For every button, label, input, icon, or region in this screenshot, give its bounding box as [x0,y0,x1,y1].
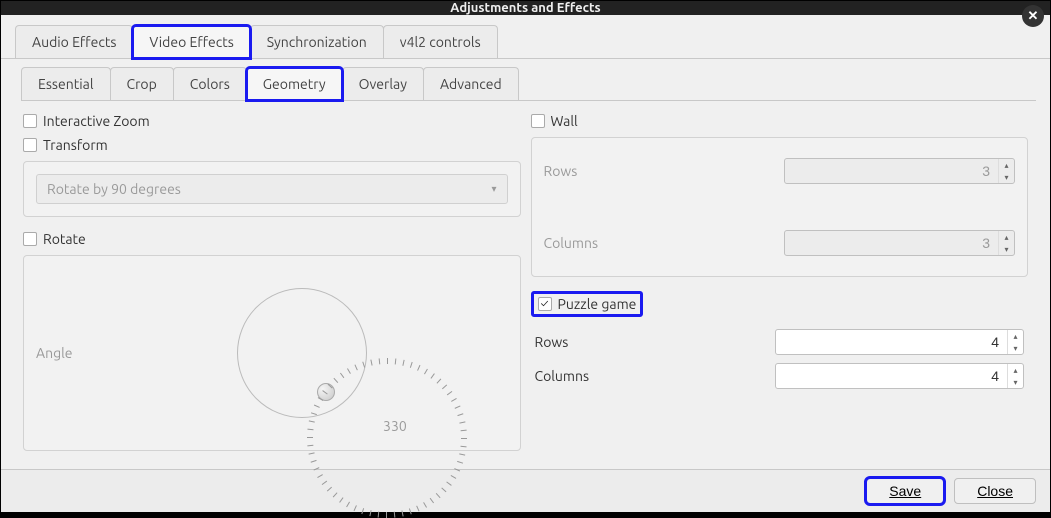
wall-cols-up-icon[interactable]: ▴ [999,231,1014,243]
interactive-zoom-checkbox[interactable] [23,114,37,128]
rotate-label: Rotate [43,231,86,247]
wall-rows-input[interactable] [785,159,999,183]
video-effects-panel: Essential Crop Colors Geometry Overlay A… [1,59,1050,101]
wall-cols-label: Columns [544,235,784,251]
puzzle-rows-down-icon[interactable]: ▾ [1008,342,1023,354]
angle-dial[interactable]: 330 [96,268,508,438]
puzzle-rows-input[interactable] [776,330,1008,354]
transform-checkbox[interactable] [23,138,37,152]
wall-rows-down-icon[interactable]: ▾ [999,171,1014,183]
wall-checkbox[interactable] [531,114,545,128]
wall-label: Wall [551,113,578,129]
wall-rows-row: Rows ▴ ▾ [544,158,1016,184]
subtab-advanced[interactable]: Advanced [423,67,519,100]
puzzle-cols-spinner[interactable]: ▴ ▾ [775,363,1025,389]
interactive-zoom-label: Interactive Zoom [43,113,150,129]
tab-v4l2-controls[interactable]: v4l2 controls [383,25,498,58]
tab-synchronization[interactable]: Synchronization [250,25,384,58]
interactive-zoom-checkbox-row[interactable]: Interactive Zoom [23,113,521,129]
dial-circle [237,288,367,418]
angle-label: Angle [36,345,96,361]
transform-checkbox-row[interactable]: Transform [23,137,521,153]
close-icon: ✕ [1028,9,1039,24]
rotate-checkbox[interactable] [23,232,37,246]
close-button[interactable]: Close [954,478,1036,504]
wall-checkbox-row[interactable]: Wall [531,113,1029,129]
tab-video-effects[interactable]: Video Effects [132,25,250,59]
tab-audio-effects[interactable]: Audio Effects [15,25,133,58]
save-button[interactable]: Save [866,478,944,504]
window-close-button[interactable]: ✕ [1022,5,1044,27]
wall-rows-up-icon[interactable]: ▴ [999,159,1014,171]
subtab-overlay[interactable]: Overlay [342,67,424,100]
subtab-essential[interactable]: Essential [21,67,111,100]
puzzle-rows-up-icon[interactable]: ▴ [1008,330,1023,342]
puzzle-checkbox-row[interactable]: Puzzle game [531,291,644,317]
right-column: Wall Rows ▴ ▾ Columns [531,109,1029,461]
puzzle-cols-input[interactable] [776,364,1008,388]
subtab-crop[interactable]: Crop [110,67,174,100]
puzzle-cols-up-icon[interactable]: ▴ [1008,364,1023,376]
rotate-group: Angle 330 [23,255,521,451]
puzzle-cols-row: Columns ▴ ▾ [535,363,1025,389]
wall-cols-input[interactable] [785,231,999,255]
puzzle-cols-label: Columns [535,368,775,384]
video-effects-subtabs: Essential Crop Colors Geometry Overlay A… [21,67,1036,101]
window: Adjustments and Effects ✕ Audio Effects … [0,0,1051,502]
left-column: Interactive Zoom Transform Rotate by 90 … [23,109,521,461]
wall-group: Rows ▴ ▾ Columns ▴ [531,137,1029,277]
puzzle-group: Rows ▴ ▾ Columns ▴ [531,321,1029,397]
puzzle-rows-spinner[interactable]: ▴ ▾ [775,329,1025,355]
dialog-footer: Save Close [1,469,1050,512]
main-tabs: Audio Effects Video Effects Synchronizat… [1,15,1050,59]
subtab-geometry[interactable]: Geometry [246,67,343,101]
puzzle-rows-label: Rows [535,334,775,350]
wall-cols-down-icon[interactable]: ▾ [999,243,1014,255]
title-bar: Adjustments and Effects ✕ [1,1,1050,15]
wall-rows-spinner[interactable]: ▴ ▾ [784,158,1016,184]
wall-rows-label: Rows [544,163,784,179]
transform-select-value: Rotate by 90 degrees [47,181,181,197]
puzzle-cols-down-icon[interactable]: ▾ [1008,376,1023,388]
window-title: Adjustments and Effects [450,1,600,15]
transform-label: Transform [43,137,108,153]
rotate-checkbox-row[interactable]: Rotate [23,231,521,247]
wall-cols-row: Columns ▴ ▾ [544,230,1016,256]
subtab-colors[interactable]: Colors [173,67,247,100]
dial-value: 330 [383,418,407,434]
geometry-content: Interactive Zoom Transform Rotate by 90 … [1,101,1050,469]
puzzle-rows-row: Rows ▴ ▾ [535,329,1025,355]
puzzle-label: Puzzle game [558,296,637,312]
wall-cols-spinner[interactable]: ▴ ▾ [784,230,1016,256]
transform-select[interactable]: Rotate by 90 degrees ▾ [36,174,508,204]
puzzle-checkbox[interactable] [538,297,552,311]
transform-group: Rotate by 90 degrees ▾ [23,161,521,217]
chevron-down-icon: ▾ [491,183,496,195]
